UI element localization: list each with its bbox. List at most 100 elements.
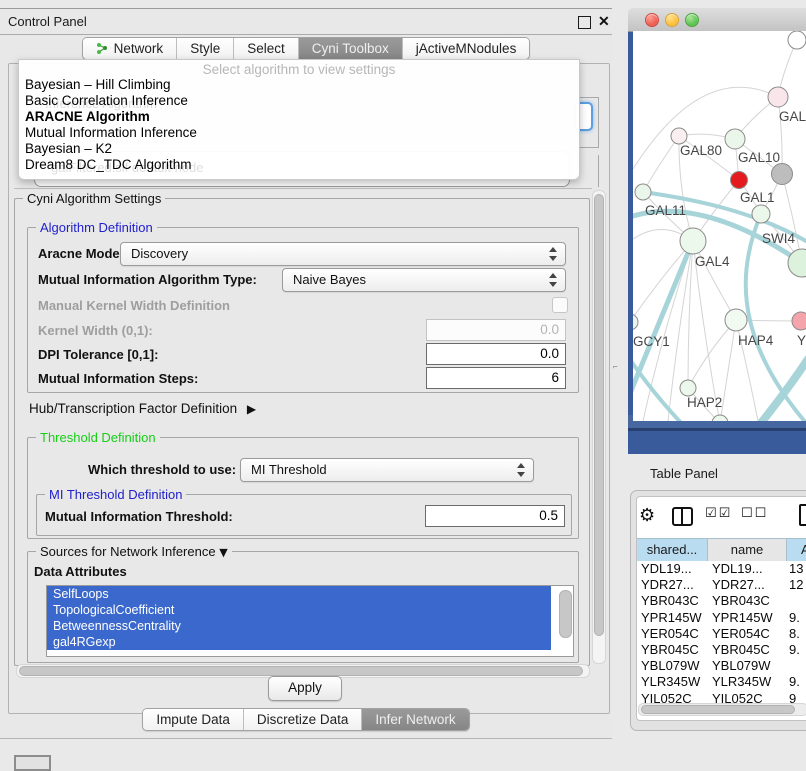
list-scrollbar-thumb[interactable] xyxy=(559,590,572,638)
manual-kernel-label: Manual Kernel Width Definition xyxy=(38,298,230,313)
stepper-icon xyxy=(549,247,558,261)
document-icon[interactable] xyxy=(799,504,806,526)
stepper-icon xyxy=(549,273,558,287)
checked-boxes-icon[interactable]: ☑☑ xyxy=(705,506,732,521)
tab-label: Cyni Toolbox xyxy=(312,41,389,56)
field-value: 0.5 xyxy=(539,508,558,523)
network-view-window: GALGAL80GAL10GAL1GAL11SWI4GAL4HAP4YGCY1H… xyxy=(628,8,806,454)
network-thick-edges xyxy=(633,192,806,421)
network-node[interactable] xyxy=(680,228,706,254)
tab-infer-network[interactable]: Infer Network xyxy=(362,709,468,730)
network-window-titlebar[interactable] xyxy=(628,8,806,32)
table-row[interactable]: YIL052CYIL052C9 xyxy=(637,691,806,704)
tab-discretize-data[interactable]: Discretize Data xyxy=(244,709,363,730)
node-label: GAL xyxy=(779,109,806,124)
panel-divider[interactable]: ⌐ xyxy=(612,0,628,762)
network-node[interactable] xyxy=(680,380,696,396)
sources-toggle[interactable]: Sources for Network Inference ▼ xyxy=(36,544,232,559)
table-row[interactable]: YBL079WYBL079W xyxy=(637,658,806,674)
combo-value: MI Threshold xyxy=(251,462,327,477)
network-node[interactable] xyxy=(792,312,806,330)
network-node[interactable] xyxy=(725,309,747,331)
column-header-shared[interactable]: shared... xyxy=(637,538,708,561)
kernel-width-field[interactable]: 0.0 xyxy=(426,319,566,341)
mi-threshold-field[interactable]: 0.5 xyxy=(425,505,565,527)
column-header-next[interactable]: A xyxy=(787,538,806,561)
network-node[interactable] xyxy=(768,87,788,107)
table-row[interactable]: YPR145WYPR145W9. xyxy=(637,610,806,626)
tab-cyni-toolbox[interactable]: Cyni Toolbox xyxy=(299,38,403,59)
data-attributes-list[interactable]: SelfLoopsTopologicalCoefficientBetweenne… xyxy=(46,585,574,657)
which-threshold-combo[interactable]: MI Threshold xyxy=(240,458,534,482)
groupbox-fragment xyxy=(578,147,599,148)
minimize-traffic-light[interactable] xyxy=(665,13,679,27)
close-icon[interactable]: ✕ xyxy=(598,13,610,30)
mi-type-combo[interactable]: Naive Bayes xyxy=(282,268,566,292)
attribute-list-item[interactable]: SelfLoops xyxy=(47,586,551,602)
node-label: GAL10 xyxy=(738,150,780,165)
table-row[interactable]: YBR045CYBR045C9. xyxy=(637,642,806,658)
table-row[interactable]: YER054CYER054C8. xyxy=(637,626,806,642)
horizontal-scrollbar-thumb[interactable] xyxy=(19,666,583,676)
network-node[interactable] xyxy=(752,205,770,223)
popup-item[interactable]: Bayesian – K2 xyxy=(19,141,579,157)
apply-button[interactable]: Apply xyxy=(268,676,342,701)
vertical-scrollbar-thumb[interactable] xyxy=(594,194,604,636)
columns-icon[interactable] xyxy=(672,507,693,526)
gear-icon[interactable]: ⚙ xyxy=(639,505,655,526)
mi-steps-field[interactable]: 6 xyxy=(426,367,566,389)
manual-kernel-checkbox[interactable] xyxy=(552,297,568,313)
node-label: GAL1 xyxy=(740,190,775,205)
network-node[interactable] xyxy=(731,172,748,189)
table-cell: 9. xyxy=(789,642,800,658)
table-cell: 9. xyxy=(789,674,800,690)
aracne-mode-combo[interactable]: Discovery xyxy=(120,242,566,266)
attribute-list-item[interactable]: BetweennessCentrality xyxy=(47,618,551,634)
groupbox-fragment xyxy=(578,97,599,98)
network-node[interactable] xyxy=(633,314,638,330)
network-node[interactable] xyxy=(772,164,793,185)
table-cell: YBR045C xyxy=(712,642,770,658)
network-canvas[interactable]: GALGAL80GAL10GAL1GAL11SWI4GAL4HAP4YGCY1H… xyxy=(633,31,806,421)
dpi-tolerance-field[interactable]: 0.0 xyxy=(426,343,566,365)
network-node[interactable] xyxy=(671,128,687,144)
table-cell: 9 xyxy=(789,691,796,704)
aracne-mode-label: Aracne Mode: xyxy=(38,246,124,261)
table-row[interactable]: YDL19...YDL19...13 xyxy=(637,561,806,577)
network-node[interactable] xyxy=(725,129,745,149)
attribute-list-item[interactable]: TopologicalCoefficient xyxy=(47,602,551,618)
vertical-scrollbar[interactable] xyxy=(592,190,606,664)
table-cell: YBR043C xyxy=(712,593,770,609)
node-label: GCY1 xyxy=(633,334,670,349)
collapsed-panel-icon[interactable] xyxy=(14,755,51,771)
tab-style[interactable]: Style xyxy=(177,38,234,59)
zoom-traffic-light[interactable] xyxy=(685,13,699,27)
network-node[interactable] xyxy=(635,184,651,200)
popup-item[interactable]: ARACNE Algorithm xyxy=(19,109,579,125)
resize-handle-icon[interactable]: ⌐ xyxy=(613,362,618,371)
table-cell: YPR145W xyxy=(641,610,702,626)
table-horizontal-scrollbar[interactable] xyxy=(638,703,806,716)
tab-network[interactable]: Network xyxy=(83,38,178,59)
mi-threshold-group: MI Threshold Definition Mutual Informati… xyxy=(36,494,572,536)
tab-label: Select xyxy=(247,41,285,56)
popup-item[interactable]: Bayesian – Hill Climbing xyxy=(19,77,579,93)
table-row[interactable]: YDR27...YDR27...12 xyxy=(637,577,806,593)
tab-impute-data[interactable]: Impute Data xyxy=(143,709,244,730)
table-row[interactable]: YLR345WYLR345W9. xyxy=(637,674,806,690)
close-traffic-light[interactable] xyxy=(645,13,659,27)
column-header-name[interactable]: name xyxy=(708,538,787,561)
unchecked-boxes-icon[interactable]: ☐☐ xyxy=(741,506,768,521)
mi-type-label: Mutual Information Algorithm Type: xyxy=(38,272,257,287)
hub-definition-toggle[interactable]: Hub/Transcription Factor Definition ▶ xyxy=(29,401,256,416)
tab-jactivemnodules[interactable]: jActiveMNodules xyxy=(403,38,530,59)
table-scrollbar-thumb[interactable] xyxy=(641,705,795,714)
table-cell: 13 xyxy=(789,561,803,577)
attribute-list-item[interactable]: gal4RGexp xyxy=(47,634,551,650)
network-node[interactable] xyxy=(712,415,728,421)
table-row[interactable]: YBR043CYBR043C xyxy=(637,593,806,609)
float-window-icon[interactable] xyxy=(578,16,591,29)
popup-item[interactable]: Mutual Information Inference xyxy=(19,125,579,141)
tab-select[interactable]: Select xyxy=(234,38,299,59)
network-node[interactable] xyxy=(788,31,806,49)
